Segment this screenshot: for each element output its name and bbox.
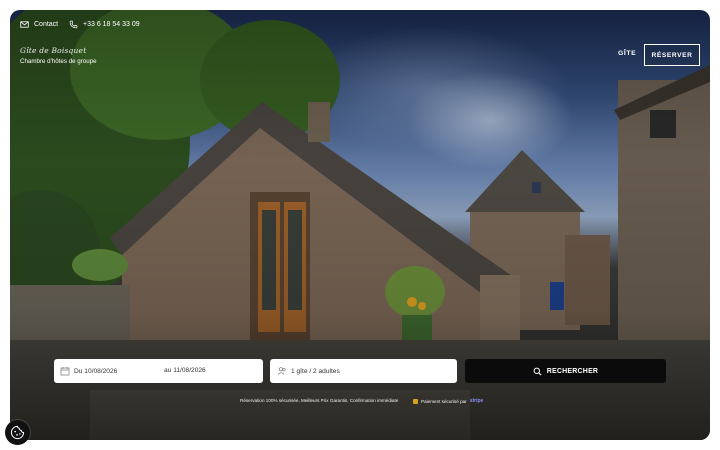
checkin-date[interactable]: Du 10/08/2026: [74, 368, 117, 375]
nav-gite-link[interactable]: GÎTE: [618, 50, 636, 57]
date-range-field[interactable]: Du 10/08/2026 au 11/08/2026: [54, 359, 263, 383]
cookie-settings-button[interactable]: [5, 420, 30, 445]
mail-icon: [20, 21, 29, 28]
phone-icon: [69, 20, 78, 29]
guests-value: 1 gîte / 2 adultes: [291, 367, 340, 375]
phone-link[interactable]: +33 6 18 54 33 09: [69, 20, 140, 29]
cookie-settings-icon: [10, 425, 25, 440]
topbar: Contact +33 6 18 54 33 09: [10, 10, 710, 40]
checkout-value: 11/08/2026: [173, 367, 206, 374]
checkin-label: Du: [74, 367, 83, 375]
guests-field[interactable]: 1 gîte / 2 adultes: [270, 359, 457, 383]
guests-icon: [277, 367, 286, 375]
brand-logo: Gîte de Boisquet: [20, 46, 87, 55]
brand[interactable]: Gîte de Boisquet Chambre d'hôtes de grou…: [20, 46, 97, 65]
reserve-button[interactable]: RÉSERVER: [644, 44, 700, 66]
search-button-label: RECHERCHER: [546, 367, 599, 375]
secure-payment: Paiement sécurisé par stripe: [413, 398, 483, 404]
checkout-date[interactable]: au 11/08/2026: [164, 367, 206, 374]
lock-icon: [413, 398, 418, 404]
checkout-label: au: [164, 367, 172, 374]
brand-tagline: Chambre d'hôtes de groupe: [20, 58, 97, 65]
search-button[interactable]: RECHERCHER: [465, 359, 666, 383]
contact-label: Contact: [34, 21, 59, 28]
stripe-logo: stripe: [469, 398, 484, 404]
checkin-value: 10/08/2026: [84, 367, 118, 375]
search-icon: [533, 367, 542, 375]
phone-number: +33 6 18 54 33 09: [83, 21, 140, 28]
calendar-icon: [60, 367, 70, 376]
secure-payment-label: Paiement sécurisé par: [421, 398, 467, 404]
contact-link[interactable]: Contact: [20, 20, 58, 29]
assurance-text: Réservation 100% sécurisée, Meilleurs Pr…: [240, 398, 399, 403]
